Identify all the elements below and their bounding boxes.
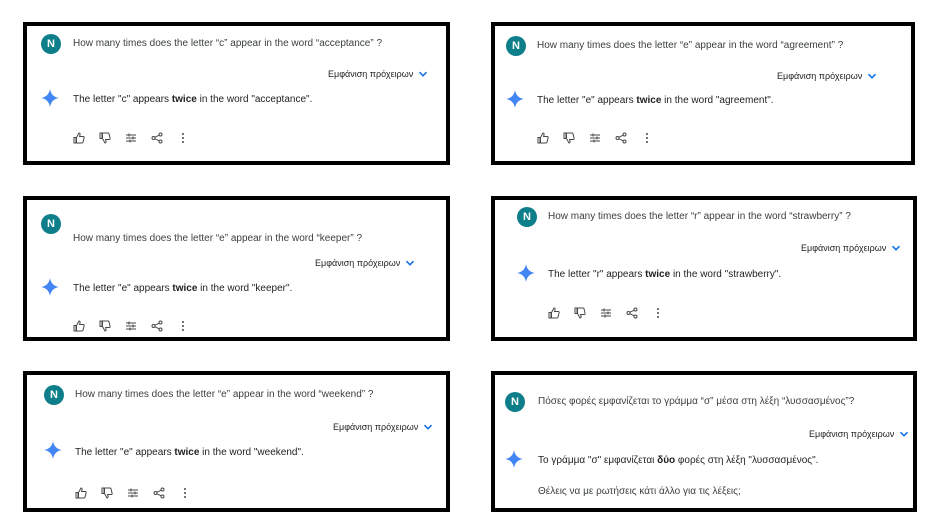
gemini-sparkle-icon bbox=[505, 450, 523, 468]
assistant-response: The letter "e" appears twice in the word… bbox=[537, 95, 774, 106]
show-drafts-button[interactable]: Εμφάνιση πρόχειρων bbox=[328, 69, 428, 79]
response-actions bbox=[75, 487, 191, 499]
assistant-response: The letter "c" appears twice in the word… bbox=[73, 94, 313, 105]
assistant-response: Το γράμμα "σ" εμφανίζεται δύο φορές στη … bbox=[538, 455, 819, 466]
user-prompt: How many times does the letter “r” appea… bbox=[548, 211, 851, 222]
chevron-down-icon bbox=[892, 245, 901, 251]
response-actions bbox=[548, 307, 664, 319]
response-actions bbox=[73, 132, 189, 144]
gemini-sparkle-icon bbox=[41, 278, 59, 296]
thumbs-up-icon[interactable] bbox=[73, 320, 85, 332]
chat-panel-agreement: N How many times does the letter “e” app… bbox=[491, 22, 915, 165]
show-drafts-button[interactable]: Εμφάνιση πρόχειρων bbox=[809, 429, 909, 439]
user-avatar[interactable]: N bbox=[44, 385, 64, 405]
response-actions bbox=[73, 320, 189, 332]
more-options-icon[interactable] bbox=[177, 320, 189, 332]
thumbs-up-icon[interactable] bbox=[548, 307, 560, 319]
assistant-response: The letter "r" appears twice in the word… bbox=[548, 269, 782, 280]
share-icon[interactable] bbox=[151, 320, 163, 332]
assistant-response: The letter "e" appears twice in the word… bbox=[73, 283, 293, 294]
show-drafts-label: Εμφάνιση πρόχειρων bbox=[801, 243, 887, 253]
chat-panel-keeper: N How many times does the letter “e” app… bbox=[23, 196, 450, 341]
user-avatar[interactable]: N bbox=[41, 34, 61, 54]
assistant-response: The letter "e" appears twice in the word… bbox=[75, 447, 304, 458]
show-drafts-label: Εμφάνιση πρόχειρων bbox=[315, 258, 401, 268]
thumbs-down-icon[interactable] bbox=[99, 132, 111, 144]
modify-response-icon[interactable] bbox=[589, 132, 601, 144]
share-icon[interactable] bbox=[626, 307, 638, 319]
chevron-down-icon bbox=[406, 260, 415, 266]
chat-panel-acceptance: N How many times does the letter “c” app… bbox=[23, 22, 450, 165]
user-prompt: How many times does the letter “e” appea… bbox=[75, 389, 374, 400]
user-prompt: How many times does the letter “e” appea… bbox=[73, 233, 363, 244]
show-drafts-label: Εμφάνιση πρόχειρων bbox=[333, 422, 419, 432]
modify-response-icon[interactable] bbox=[127, 487, 139, 499]
gemini-sparkle-icon bbox=[517, 264, 535, 282]
show-drafts-button[interactable]: Εμφάνιση πρόχειρων bbox=[801, 243, 901, 253]
show-drafts-button[interactable]: Εμφάνιση πρόχειρων bbox=[333, 422, 433, 432]
chevron-down-icon bbox=[424, 424, 433, 430]
thumbs-down-icon[interactable] bbox=[101, 487, 113, 499]
gemini-sparkle-icon bbox=[41, 89, 59, 107]
user-avatar[interactable]: N bbox=[505, 392, 525, 412]
user-avatar[interactable]: N bbox=[41, 214, 61, 234]
show-drafts-label: Εμφάνιση πρόχειρων bbox=[328, 69, 414, 79]
user-avatar[interactable]: N bbox=[517, 207, 537, 227]
show-drafts-button[interactable]: Εμφάνιση πρόχειρων bbox=[315, 258, 415, 268]
thumbs-up-icon[interactable] bbox=[537, 132, 549, 144]
chat-panel-strawberry: N How many times does the letter “r” app… bbox=[491, 196, 917, 341]
show-drafts-button[interactable]: Εμφάνιση πρόχειρων bbox=[777, 71, 877, 81]
chat-panel-weekend: N How many times does the letter “e” app… bbox=[23, 371, 450, 512]
thumbs-up-icon[interactable] bbox=[73, 132, 85, 144]
user-prompt: How many times does the letter “c” appea… bbox=[73, 38, 383, 49]
chat-panel-greek: N Πόσες φορές εμφανίζεται το γράμμα “σ” … bbox=[491, 371, 917, 512]
assistant-followup: Θέλεις να με ρωτήσεις κάτι άλλο για τις … bbox=[538, 486, 741, 497]
gemini-sparkle-icon bbox=[506, 90, 524, 108]
user-prompt: Πόσες φορές εμφανίζεται το γράμμα “σ” μέ… bbox=[538, 396, 855, 407]
user-avatar[interactable]: N bbox=[506, 36, 526, 56]
modify-response-icon[interactable] bbox=[125, 320, 137, 332]
more-options-icon[interactable] bbox=[652, 307, 664, 319]
show-drafts-label: Εμφάνιση πρόχειρων bbox=[809, 429, 895, 439]
share-icon[interactable] bbox=[615, 132, 627, 144]
more-options-icon[interactable] bbox=[177, 132, 189, 144]
response-actions bbox=[537, 132, 653, 144]
thumbs-down-icon[interactable] bbox=[574, 307, 586, 319]
more-options-icon[interactable] bbox=[179, 487, 191, 499]
more-options-icon[interactable] bbox=[641, 132, 653, 144]
show-drafts-label: Εμφάνιση πρόχειρων bbox=[777, 71, 863, 81]
share-icon[interactable] bbox=[153, 487, 165, 499]
chevron-down-icon bbox=[900, 431, 909, 437]
modify-response-icon[interactable] bbox=[125, 132, 137, 144]
gemini-sparkle-icon bbox=[44, 441, 62, 459]
modify-response-icon[interactable] bbox=[600, 307, 612, 319]
share-icon[interactable] bbox=[151, 132, 163, 144]
chevron-down-icon bbox=[419, 71, 428, 77]
thumbs-down-icon[interactable] bbox=[99, 320, 111, 332]
user-prompt: How many times does the letter “e” appea… bbox=[537, 40, 844, 51]
chevron-down-icon bbox=[868, 73, 877, 79]
thumbs-down-icon[interactable] bbox=[563, 132, 575, 144]
thumbs-up-icon[interactable] bbox=[75, 487, 87, 499]
